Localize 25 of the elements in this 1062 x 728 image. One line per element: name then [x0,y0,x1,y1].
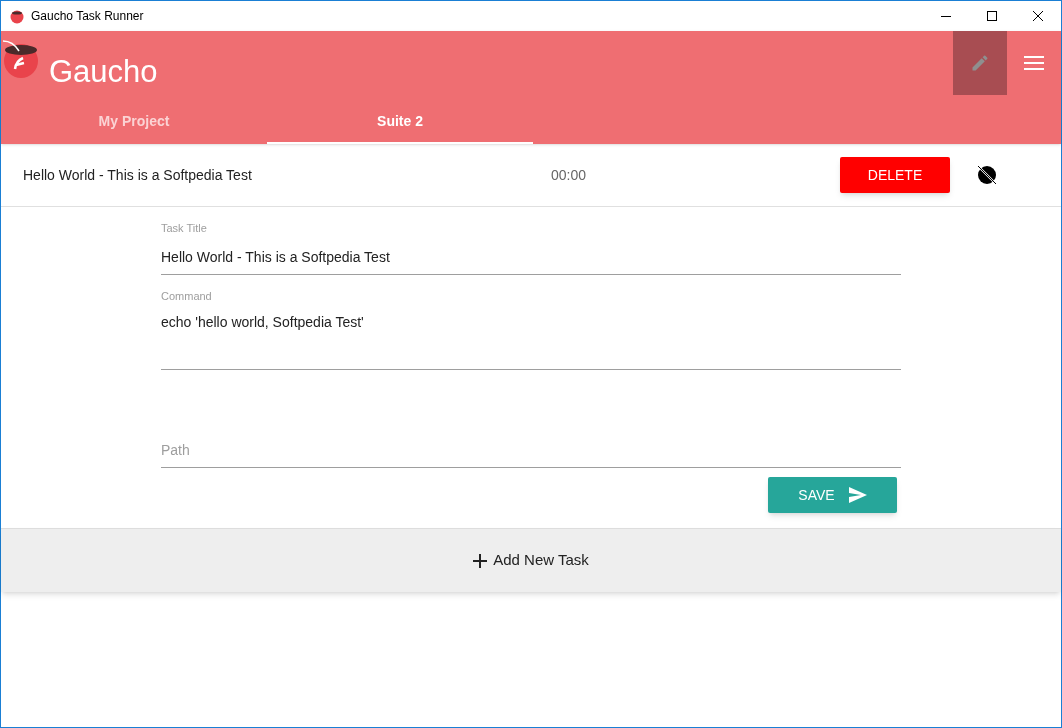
save-button[interactable]: SAVE [768,477,897,513]
pencil-icon [970,53,990,73]
window-title: Gaucho Task Runner [31,8,144,25]
timer-off-icon [976,164,998,186]
minimize-icon [941,15,951,17]
task-title: Hello World - This is a Softpedia Test [23,165,253,185]
app-title: Gaucho [49,53,158,91]
tab[interactable]: My Project [1,101,267,144]
delete-button[interactable]: DELETE [840,157,950,193]
maximize-icon [987,11,997,21]
app-icon [9,8,25,24]
menu-icon [1024,56,1044,70]
command-field[interactable]: echo 'hello world, Softpedia Test' [161,302,901,370]
field-label: Task Title [161,221,208,234]
tab[interactable]: Suite 2 [267,101,533,144]
field-label: Command [161,289,213,302]
add-task-button[interactable]: Add New Task [1,528,1061,592]
plus-icon [473,553,488,568]
cup-logo-icon [1,39,41,79]
task-time: 00:00 [551,165,587,185]
close-icon [1033,11,1043,21]
input-field[interactable]: Path [161,427,901,468]
send-icon [848,487,867,503]
input-field[interactable]: Hello World - This is a Softpedia Test [161,234,901,275]
timer-off-button[interactable] [975,163,999,187]
